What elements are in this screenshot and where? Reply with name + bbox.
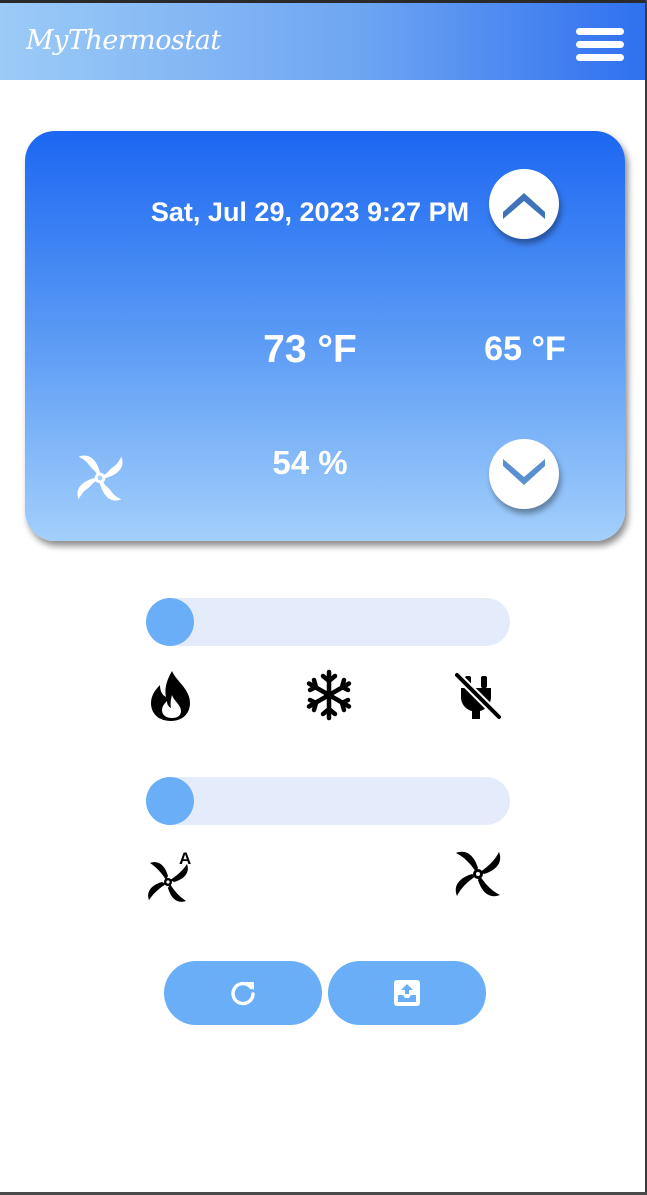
fan-icon	[77, 455, 123, 501]
current-datetime: Sat, Jul 29, 2023 9:27 PM	[150, 197, 470, 227]
menu-bar	[576, 54, 624, 61]
refresh-icon	[231, 981, 255, 1006]
fan-slider-knob[interactable]	[146, 777, 194, 825]
setpoint-temperature: 65 °F	[484, 330, 566, 368]
fan-auto-icon[interactable]: A	[144, 846, 200, 904]
app-title: MyThermostat	[26, 25, 221, 56]
svg-text:A: A	[179, 849, 191, 868]
app-header: MyThermostat	[0, 3, 645, 80]
fan-slider[interactable]	[146, 777, 510, 825]
humidity-reading: 54 %	[272, 444, 348, 481]
hamburger-menu-icon[interactable]	[576, 28, 624, 62]
power-off-icon[interactable]	[451, 669, 505, 723]
chevron-up-icon	[503, 193, 545, 219]
fire-icon[interactable]	[146, 669, 196, 723]
refresh-button[interactable]	[164, 961, 322, 1025]
snowflake-icon[interactable]	[302, 668, 356, 722]
save-upload-icon	[394, 980, 420, 1006]
setpoint-up-button[interactable]	[489, 169, 559, 239]
menu-bar	[576, 28, 624, 35]
menu-bar	[576, 41, 624, 48]
setpoint-down-button[interactable]	[489, 439, 559, 509]
mode-slider[interactable]	[146, 598, 510, 646]
mode-slider-knob[interactable]	[146, 598, 194, 646]
thermostat-status-card: Sat, Jul 29, 2023 9:27 PM 73 °F 65 °F 54…	[25, 131, 625, 541]
chevron-down-icon	[503, 459, 545, 485]
fan-icon[interactable]	[447, 843, 509, 905]
save-button[interactable]	[328, 961, 486, 1025]
current-temperature: 73 °F	[263, 328, 357, 371]
